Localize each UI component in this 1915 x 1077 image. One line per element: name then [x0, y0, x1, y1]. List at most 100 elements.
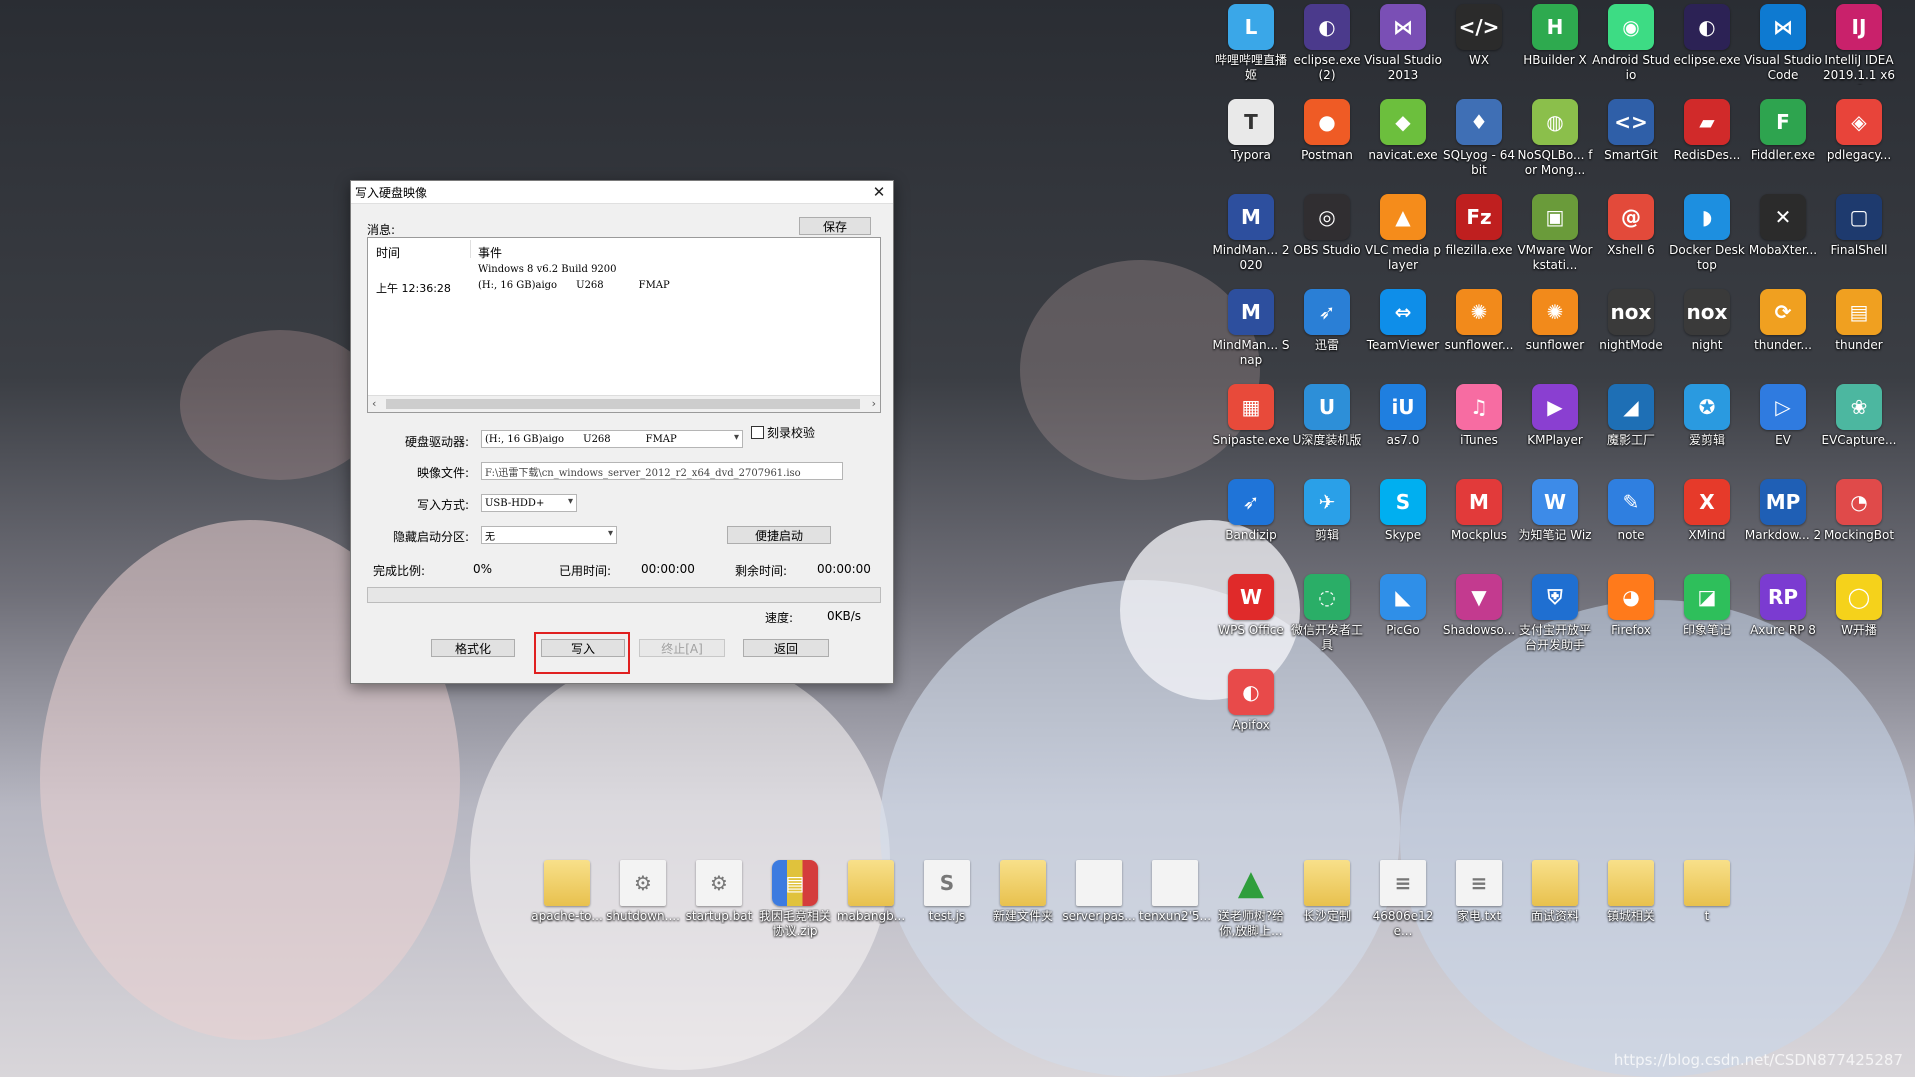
desktop-icon[interactable]: ● Postman: [1288, 99, 1366, 163]
desktop-icon[interactable]: ❀ EVCapture...: [1820, 384, 1898, 448]
desktop-icon[interactable]: ◕ Firefox: [1592, 574, 1670, 638]
write-mode-select[interactable]: USB-HDD+ ▾: [481, 494, 577, 512]
message-log-list[interactable]: 时间 事件 Windows 8 v6.2 Build 9200 上午 12:36…: [367, 237, 881, 413]
desktop-icon[interactable]: ✺ sunflower...: [1440, 289, 1518, 353]
log-horizontal-scrollbar[interactable]: ‹ ›: [368, 395, 880, 412]
desktop-icon[interactable]: ◍ NoSQLBo... for Mong...: [1516, 99, 1594, 178]
scroll-left-icon[interactable]: ‹: [372, 397, 376, 410]
desktop-file-icon[interactable]: server.pas...: [1060, 860, 1138, 924]
desktop-icon[interactable]: M MindMan... 2020: [1212, 194, 1290, 273]
desktop-icon[interactable]: ➶ Bandizip: [1212, 479, 1290, 543]
desktop-icon[interactable]: ♦ SQLyog - 64 bit: [1440, 99, 1518, 178]
desktop-file-icon[interactable]: 长沙定制: [1288, 860, 1366, 924]
desktop-icon[interactable]: ▼ Shadowso...: [1440, 574, 1518, 638]
desktop-icon[interactable]: ▣ VMware Workstati...: [1516, 194, 1594, 273]
desktop-icon[interactable]: ⇔ TeamViewer: [1364, 289, 1442, 353]
desktop-icon[interactable]: ◎ OBS Studio: [1288, 194, 1366, 258]
desktop-icon[interactable]: ▤ thunder: [1820, 289, 1898, 353]
desktop-icon[interactable]: ✎ note: [1592, 479, 1670, 543]
desktop-file-icon[interactable]: ≡ 46806e12e...: [1364, 860, 1442, 939]
desktop-icon[interactable]: L 哔哩哔哩直播姬: [1212, 4, 1290, 83]
desktop-icon[interactable]: ✺ sunflower: [1516, 289, 1594, 353]
desktop-icon[interactable]: ⋈ Visual Studio 2013: [1364, 4, 1442, 83]
desktop-icon[interactable]: ◌ 微信开发者工具: [1288, 574, 1366, 653]
desktop-icon[interactable]: Fz filezilla.exe: [1440, 194, 1518, 258]
desktop-icon[interactable]: iU as7.0: [1364, 384, 1442, 448]
desktop-icon[interactable]: ✕ MobaXter...: [1744, 194, 1822, 258]
desktop-icon[interactable]: ◯ W开播: [1820, 574, 1898, 638]
desktop-icon[interactable]: RP Axure RP 8: [1744, 574, 1822, 638]
desktop-icon[interactable]: ♫ iTunes: [1440, 384, 1518, 448]
desktop-icon[interactable]: ⋈ Visual Studio Code: [1744, 4, 1822, 83]
desktop-file-icon[interactable]: ⚙ shutdown....: [604, 860, 682, 924]
desktop-icon[interactable]: ◔ MockingBot: [1820, 479, 1898, 543]
verify-checkbox[interactable]: 刻录校验: [751, 424, 815, 441]
desktop-icon[interactable]: MP Markdow... 2: [1744, 479, 1822, 543]
desktop-icon[interactable]: ▰ RedisDes...: [1668, 99, 1746, 163]
scroll-right-icon[interactable]: ›: [872, 397, 876, 410]
desktop-file-icon[interactable]: ≡ 家电.txt: [1440, 860, 1518, 924]
desktop-icon[interactable]: T Typora: [1212, 99, 1290, 163]
desktop-file-icon[interactable]: t: [1668, 860, 1746, 924]
desktop-icon[interactable]: ▷ EV: [1744, 384, 1822, 448]
desktop-icon[interactable]: ◐ eclipse.exe (2): [1288, 4, 1366, 83]
desktop-icon[interactable]: ◐ Apifox: [1212, 669, 1290, 733]
desktop-icon[interactable]: X XMind: [1668, 479, 1746, 543]
desktop-icon[interactable]: S Skype: [1364, 479, 1442, 543]
quick-boot-button[interactable]: 便捷启动: [727, 526, 831, 544]
dialog-titlebar[interactable]: 写入硬盘映像 ✕: [351, 181, 893, 204]
desktop-icon[interactable]: ◈ pdlegacy...: [1820, 99, 1898, 163]
desktop-icon[interactable]: IJIntelliJ IDEA 2019.1.1 x64: [1820, 4, 1898, 85]
desktop-icon[interactable]: ◣ PicGo: [1364, 574, 1442, 638]
save-button[interactable]: 保存: [799, 217, 871, 235]
desktop-icon[interactable]: M Mockplus: [1440, 479, 1518, 543]
desktop-file-label: server.pas...: [1062, 909, 1136, 923]
desktop-icon[interactable]: </> WX: [1440, 4, 1518, 68]
desktop-file-icon[interactable]: apache-to...: [528, 860, 606, 924]
desktop-icon[interactable]: ▢ FinalShell: [1820, 194, 1898, 258]
desktop-icon[interactable]: ▶ KMPlayer: [1516, 384, 1594, 448]
scroll-thumb[interactable]: [386, 399, 860, 409]
desktop-icon[interactable]: ➶ 迅雷: [1288, 289, 1366, 353]
desktop-icon[interactable]: <> SmartGit: [1592, 99, 1670, 163]
format-button[interactable]: 格式化: [431, 639, 515, 657]
checkbox-box[interactable]: [751, 426, 764, 439]
stop-button[interactable]: 终止[A]: [639, 639, 725, 657]
desktop-icon[interactable]: U U深度装机版: [1288, 384, 1366, 448]
desktop-file-icon[interactable]: 新建文件夹: [984, 860, 1062, 924]
drive-select[interactable]: (H:, 16 GB)aigo U268 FMAP ▾: [481, 430, 743, 448]
desktop-icon[interactable]: ◢ 魔影工厂: [1592, 384, 1670, 448]
desktop-icon[interactable]: ✪ 爱剪辑: [1668, 384, 1746, 448]
desktop-icon[interactable]: M MindMan... Snap: [1212, 289, 1290, 368]
desktop-icon[interactable]: ⛨ 支付宝开放平台开发助手: [1516, 574, 1594, 653]
back-button[interactable]: 返回: [743, 639, 829, 657]
image-file-input[interactable]: F:\迅雷下载\cn_windows_server_2012_r2_x64_dv…: [481, 462, 843, 480]
desktop-icon[interactable]: ⟳ thunder...: [1744, 289, 1822, 353]
desktop-icon[interactable]: ◗ Docker Desktop: [1668, 194, 1746, 273]
desktop-file-icon[interactable]: mabangb...: [832, 860, 910, 924]
desktop-file-icon[interactable]: Stest.js: [908, 860, 986, 924]
desktop-file-icon[interactable]: ⚙ startup.bat: [680, 860, 758, 924]
desktop-icon[interactable]: ▲ VLC media player: [1364, 194, 1442, 273]
desktop-icon[interactable]: @ Xshell 6: [1592, 194, 1670, 258]
desktop-icon[interactable]: nox nightMode: [1592, 289, 1670, 353]
desktop-icon[interactable]: W WPS Office: [1212, 574, 1290, 638]
desktop-icon[interactable]: ◉ Android Studio: [1592, 4, 1670, 83]
desktop-icon[interactable]: F Fiddler.exe: [1744, 99, 1822, 163]
desktop-icon-label: MockingBot: [1823, 528, 1895, 542]
desktop-icon[interactable]: ◆ navicat.exe: [1364, 99, 1442, 163]
desktop-icon[interactable]: W 为知笔记 Wiz: [1516, 479, 1594, 543]
desktop-icon[interactable]: ▦ Snipaste.exe: [1212, 384, 1290, 448]
desktop-icon[interactable]: H HBuilder X: [1516, 4, 1594, 68]
desktop-file-icon[interactable]: 镇城相关: [1592, 860, 1670, 924]
close-icon[interactable]: ✕: [865, 183, 893, 201]
desktop-icon[interactable]: nox night: [1668, 289, 1746, 353]
desktop-icon[interactable]: ◐ eclipse.exe: [1668, 4, 1746, 68]
desktop-file-icon[interactable]: ▤ 我因毛竞相关协议.zip: [756, 860, 834, 939]
desktop-icon[interactable]: ◪ 印象笔记: [1668, 574, 1746, 638]
desktop-file-icon[interactable]: ▲ 送老师树?给你,放脚上...: [1212, 860, 1290, 939]
desktop-icon[interactable]: ✈ 剪辑: [1288, 479, 1366, 543]
desktop-file-icon[interactable]: tenxun2'5...: [1136, 860, 1214, 924]
desktop-file-icon[interactable]: 面试资料: [1516, 860, 1594, 924]
hidden-partition-select[interactable]: 无 ▾: [481, 526, 617, 544]
